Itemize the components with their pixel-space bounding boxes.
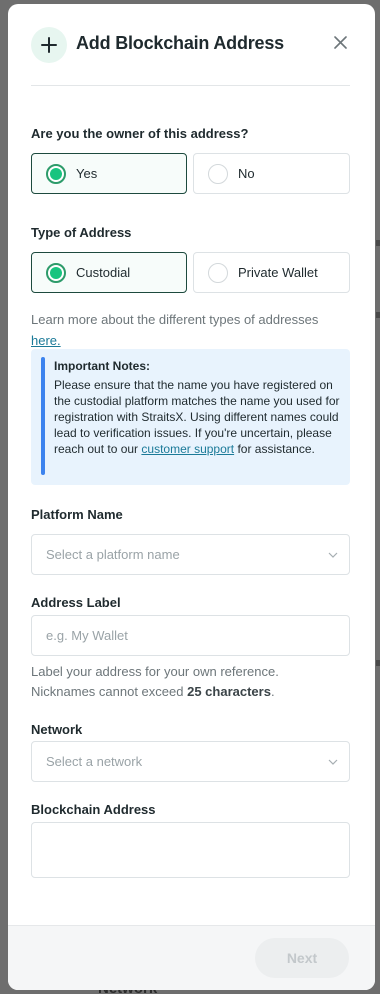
type-option-private-wallet[interactable]: Private Wallet	[193, 252, 350, 293]
backdrop-fragment	[376, 660, 380, 666]
modal-header: Add Blockchain Address	[8, 4, 375, 90]
backdrop-fragment	[376, 312, 380, 318]
notes-accent-bar	[41, 357, 45, 475]
platform-placeholder: Select a platform name	[46, 547, 180, 562]
platform-name-label: Platform Name	[31, 507, 123, 522]
modal-footer: Next	[8, 925, 375, 990]
owner-question: Are you the owner of this address?	[31, 126, 249, 141]
owner-option-no[interactable]: No	[193, 153, 350, 194]
helper-suffix: .	[270, 684, 275, 699]
learn-more-text: Learn more about the different types of …	[31, 309, 341, 351]
close-button[interactable]	[331, 33, 349, 51]
radio-icon	[46, 263, 66, 283]
learn-more-link[interactable]: here.	[31, 333, 61, 348]
option-label: Custodial	[76, 265, 131, 280]
address-label-helper: Label your address for your own referenc…	[31, 662, 279, 702]
blockchain-address-input[interactable]	[31, 822, 350, 878]
customer-support-link[interactable]: customer support	[141, 442, 234, 456]
close-icon	[333, 35, 347, 49]
address-label-input[interactable]: e.g. My Wallet	[31, 615, 350, 656]
notes-title: Important Notes:	[54, 359, 150, 373]
plus-icon	[31, 27, 67, 63]
helper-char-limit: 25 characters	[187, 684, 271, 699]
address-label-placeholder: e.g. My Wallet	[46, 628, 128, 643]
add-address-modal: Add Blockchain Address Are you the owner…	[8, 4, 375, 990]
radio-icon	[208, 263, 228, 283]
helper-line-2: Nicknames cannot exceed 25 characters.	[31, 682, 279, 702]
learn-more-label: Learn more about the different types of …	[31, 312, 319, 327]
backdrop-fragment	[376, 240, 380, 246]
notes-body: Please ensure that the name you have reg…	[54, 377, 344, 457]
radio-icon	[46, 164, 66, 184]
header-divider	[31, 85, 350, 86]
next-button[interactable]: Next	[255, 938, 349, 978]
helper-line-1: Label your address for your own referenc…	[31, 664, 279, 679]
network-placeholder: Select a network	[46, 754, 143, 769]
type-option-custodial[interactable]: Custodial	[31, 252, 187, 293]
blockchain-address-label: Blockchain Address	[31, 802, 156, 817]
network-select[interactable]: Select a network	[31, 741, 350, 782]
owner-option-yes[interactable]: Yes	[31, 153, 187, 194]
network-label: Network	[31, 722, 83, 737]
chevron-down-icon	[328, 552, 338, 558]
important-notes: Important Notes: Please ensure that the …	[31, 349, 350, 485]
address-type-question: Type of Address	[31, 225, 132, 240]
option-label: No	[238, 166, 255, 181]
modal-title: Add Blockchain Address	[76, 33, 284, 53]
helper-prefix: Nicknames cannot exceed	[31, 684, 184, 699]
option-label: Private Wallet	[238, 265, 318, 280]
address-label-label: Address Label	[31, 595, 121, 610]
platform-name-select[interactable]: Select a platform name	[31, 534, 350, 575]
chevron-down-icon	[328, 759, 338, 765]
notes-suffix: for assistance.	[237, 442, 315, 456]
option-label: Yes	[76, 166, 98, 181]
radio-icon	[208, 164, 228, 184]
